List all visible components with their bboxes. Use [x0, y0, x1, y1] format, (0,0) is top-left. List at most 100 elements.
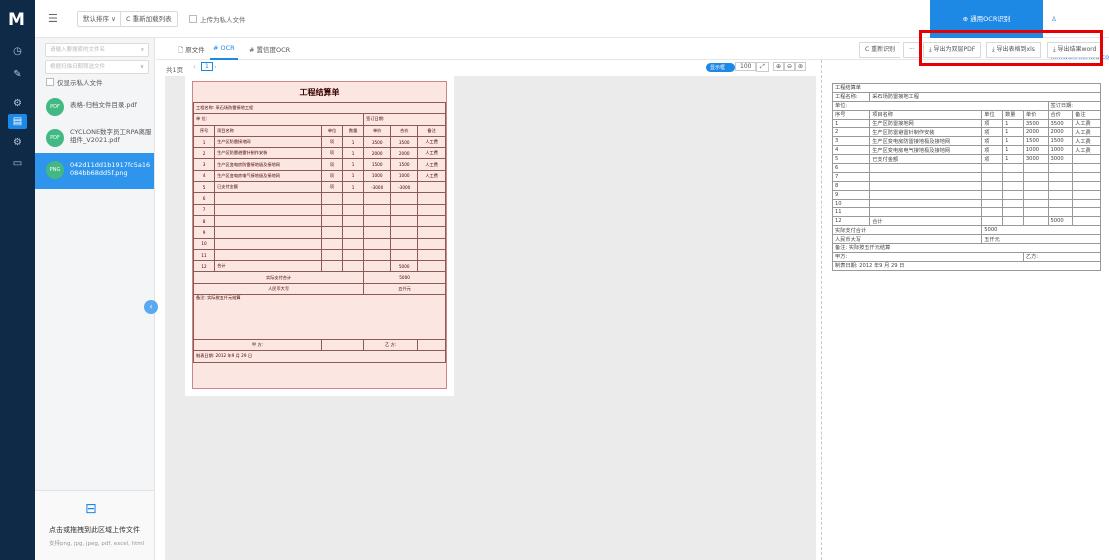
table-cell: 人工费 [417, 169, 446, 183]
table-cell [342, 192, 365, 205]
table-cell [1002, 180, 1024, 191]
table-cell [1072, 180, 1101, 191]
tab-ocr[interactable]: # OCR [210, 44, 238, 60]
zoom-out-icon[interactable]: ⊖ [784, 62, 796, 71]
document-viewer[interactable]: 工程结算单 工程名称: 采石场防雷接地工程 单 位: 签订日期: 序号 项目名称 单位… [165, 76, 816, 560]
file-item-selected[interactable]: PNG 042d11dd1b1917fc5a16084bb68dd5f.png [35, 153, 154, 189]
file-type-icon: PNG [46, 161, 64, 179]
table-cell [214, 192, 322, 205]
doc-table: 工程名称: 采石场防雷接地工程 单 位: 签订日期: 序号 项目名称 单位 数量 单价 合价… [192, 101, 446, 363]
pen-icon[interactable]: ✎ [8, 67, 27, 82]
rerecognize-button[interactable]: C 重新识别 [859, 42, 901, 58]
table-cell [1047, 171, 1074, 182]
table-cell [342, 203, 365, 216]
table-cell: -3000 [363, 181, 392, 194]
table-cell [320, 203, 344, 216]
table-row: 7 [831, 171, 1101, 182]
tab-original[interactable]: 🗋 原文件 [178, 44, 205, 57]
table-cell: 合计 [869, 216, 983, 227]
table-cell [342, 214, 365, 228]
folder-icon[interactable]: ▭ [8, 156, 27, 171]
table-cell [1047, 189, 1074, 200]
ocr-result-panel: 工程结算单 工程名称: 采石场防雷接地工程 单位: 签订日期: 序号 项目名称 单位 数量… [831, 83, 1102, 271]
table-cell: 生产区变电房防雷接地极及接地网 [869, 136, 983, 147]
collapse-sidebar-icon[interactable]: ‹ [144, 300, 158, 314]
table-cell [417, 237, 446, 250]
private-only-checkbox[interactable]: 仅显示私人文件 [46, 77, 103, 87]
doc-title: 工程结算单 [299, 88, 340, 97]
table-cell [363, 237, 392, 250]
search-icon[interactable]: ⌕ [141, 44, 144, 56]
table-cell: 3000 [1047, 154, 1074, 165]
table-cell: 9 [831, 189, 871, 200]
file-search-input[interactable]: 请输入要搜索的文件名 ⌕ [45, 43, 149, 57]
table-row: 12 合计 5000 [831, 216, 1101, 227]
table-cell [214, 226, 322, 239]
table-cell: 10 [192, 237, 216, 250]
table-cell [417, 248, 446, 262]
table-cell: 人工费 [1072, 145, 1101, 156]
table-row: 1 生产区防雷接地网项 1 3500 3500 人工费 [831, 118, 1101, 129]
menu-toggle-icon[interactable]: ☰ [48, 12, 58, 25]
gear-icon[interactable]: ⚙ [8, 135, 27, 150]
table-row: 10 [831, 198, 1101, 209]
table-cell: 已支付金额 [214, 181, 322, 194]
table-cell: 1 [1002, 127, 1024, 138]
table-row: 4 生产区变电房电气接地极及接地网项 1 1000 1000 人工费 [192, 169, 446, 183]
fit-icon[interactable]: ⤢ [756, 62, 769, 72]
document-icon[interactable]: ▤ [8, 114, 27, 129]
table-cell [1002, 207, 1024, 218]
settings-icon[interactable]: ⚙ [8, 96, 27, 111]
zoom-value[interactable]: 100 [735, 62, 757, 71]
table-row: 9 [192, 226, 446, 239]
app-logo: M [8, 10, 25, 30]
tab-confidence-ocr[interactable]: # 置信度OCR [249, 44, 290, 54]
table-row: 11 [831, 207, 1101, 218]
reset-zoom-icon[interactable]: ⊛ [795, 62, 807, 71]
chevron-down-icon: ∨ [139, 64, 144, 70]
table-cell [981, 163, 1004, 173]
show-box-toggle[interactable]: 显示框 [706, 63, 736, 72]
table-cell: 3500 [390, 135, 419, 149]
page-number[interactable]: 1 [201, 62, 213, 71]
table-cell: 人工费 [1072, 136, 1101, 147]
zoom-in-icon[interactable]: ⊕ [773, 62, 785, 71]
table-row: 7 [192, 203, 446, 216]
table-row: 5 已支付金额项 1 -3000 -3000 [192, 181, 446, 194]
table-cell [1002, 171, 1024, 182]
table-cell: 2000 [363, 147, 392, 160]
file-item[interactable]: PDF CYCLONE数字员工RPA离服组件_V2021.pdf [35, 122, 154, 155]
date-filter-input[interactable]: 根据扫描日期筛选文件 ∨ [45, 60, 149, 74]
table-cell: 3500 [363, 135, 392, 149]
upload-dropzone[interactable]: ⊟ 点击或拖拽到此区域上传文件 支持png, jpg, jpeg, pdf, e… [35, 490, 154, 560]
upload-private-checkbox[interactable]: 上传为私人文件 [189, 14, 246, 24]
table-cell [1022, 216, 1049, 227]
table-cell: 生产区防雷接地网 [869, 118, 983, 129]
table-cell: 项 [981, 118, 1004, 129]
table-cell: 项 [981, 145, 1004, 156]
table-row: 6 [192, 192, 446, 205]
table-cell [1072, 189, 1101, 200]
file-item[interactable]: PDF 表格-归档文件目录.pdf [35, 91, 154, 124]
sort-dropdown[interactable]: 默认排序 ∨ [77, 11, 122, 27]
table-cell: 人工费 [417, 147, 446, 160]
table-row: 11 [192, 248, 446, 262]
table-cell: 1 [1002, 118, 1024, 129]
private-only-label: 仅显示私人文件 [57, 79, 103, 87]
table-cell: 5 [192, 181, 216, 194]
table-cell: 4 [831, 145, 871, 156]
table-cell: 数量 [1002, 109, 1024, 120]
reload-list-button[interactable]: C 重新加载列表 [120, 11, 178, 27]
table-row: 3 生产区变电房防雷接地极及接地网项 1 1500 1500 人工费 [192, 158, 446, 171]
table-cell: 9 [192, 226, 216, 239]
table-cell: 1 [831, 118, 871, 129]
table-row: 6 [831, 163, 1101, 173]
table-cell [363, 192, 392, 205]
panel-divider[interactable] [821, 60, 822, 560]
ocr-result-table: 工程结算单 工程名称: 采石场防雷接地工程 单位: 签订日期: 序号 项目名称 单位 数量… [831, 83, 1102, 271]
prev-page-icon[interactable]: ‹ [193, 63, 196, 71]
table-cell [214, 203, 322, 216]
table-cell [1072, 154, 1101, 165]
next-page-icon[interactable]: › [214, 63, 217, 71]
clock-icon[interactable]: ◷ [8, 44, 27, 59]
